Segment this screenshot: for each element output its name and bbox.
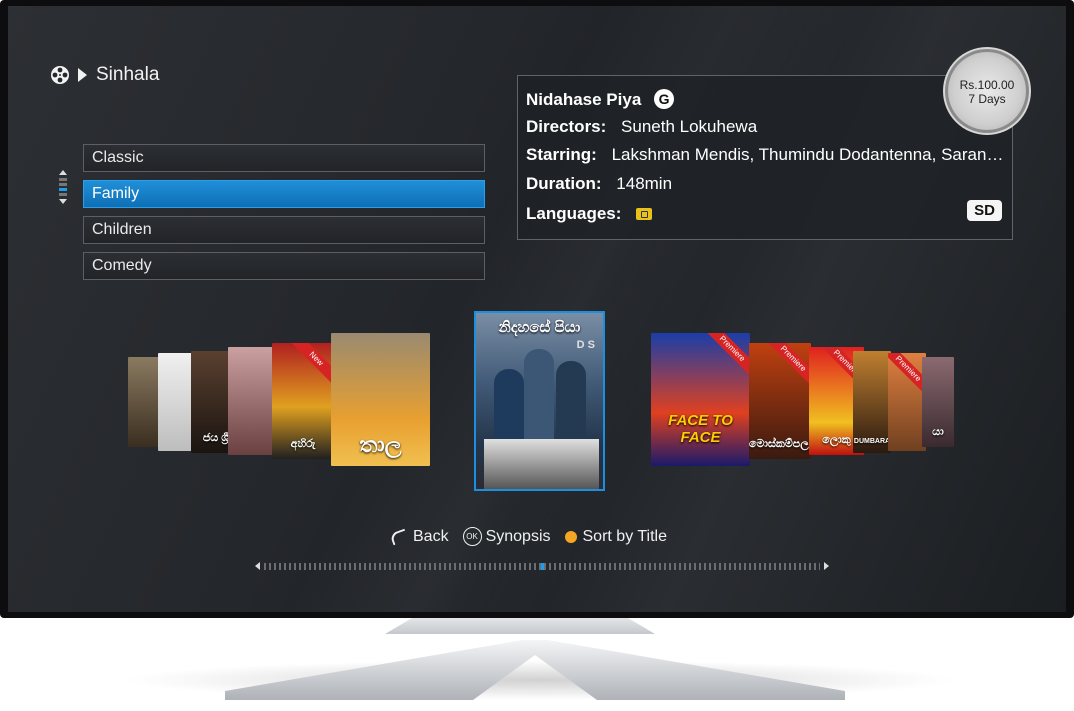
starring-label: Starring:	[526, 145, 597, 164]
scroll-right-icon[interactable]	[824, 562, 829, 570]
directors-label: Directors:	[526, 117, 607, 136]
quality-badge: SD	[967, 200, 1002, 221]
movie-title-row: Nidahase Piya G	[526, 89, 675, 110]
sort-hint[interactable]: Sort by Title	[564, 528, 667, 546]
carousel-track[interactable]	[264, 562, 820, 570]
languages-label: Languages:	[526, 204, 622, 223]
scroll-down-icon[interactable]	[59, 199, 67, 204]
premiere-ribbon: Premiere	[699, 333, 750, 382]
selected-poster-title: නිදහසේ පියා	[498, 319, 581, 336]
category-item-comedy[interactable]: Comedy	[83, 252, 485, 280]
category-scrollbar[interactable]	[58, 170, 68, 216]
tv-screen: Sinhala Classic Family Children Comedy N…	[8, 6, 1066, 612]
scroll-up-icon[interactable]	[59, 170, 67, 175]
premiere-ribbon: Premiere	[760, 343, 811, 392]
poster-right-2[interactable]: Premiere මොස්කම්පලය	[749, 343, 811, 459]
price-badge: Rs.100.00 7 Days	[948, 52, 1026, 130]
starring-row: Starring: Lakshman Mendis, Thumindu Doda…	[526, 145, 1003, 165]
selected-poster-subtitle: D S	[576, 339, 595, 351]
price-value: Rs.100.00	[959, 78, 1015, 92]
tv-stand-neck	[385, 618, 655, 634]
selected-movie-poster[interactable]: නිදහසේ පියා D S	[474, 311, 605, 491]
carousel-scrollbar[interactable]	[255, 562, 829, 570]
key-hints: Back OK Synopsis Sort by Title	[389, 527, 681, 546]
premiere-ribbon: Premiere	[888, 353, 926, 402]
carousel-position-marker	[541, 562, 544, 570]
breadcrumb: Sinhala	[50, 64, 159, 86]
rating-badge: G	[654, 89, 675, 109]
scroll-left-icon[interactable]	[255, 562, 260, 570]
movie-title: Nidahase Piya	[526, 90, 642, 109]
poster-right-6[interactable]: යා	[922, 357, 954, 447]
languages-row: Languages:	[526, 204, 653, 224]
directors-value: Suneth Lokuhewa	[621, 117, 758, 136]
ok-button-icon: OK	[462, 527, 482, 546]
poster-left-5[interactable]: New අහිරු	[272, 343, 334, 459]
category-item-family[interactable]: Family	[83, 180, 485, 208]
starring-value: Lakshman Mendis, Thumindu Dodantenna, Sa…	[611, 145, 1004, 164]
back-arrow-icon	[389, 528, 409, 545]
duration-row: Duration: 148min	[526, 174, 672, 194]
duration-value: 148min	[616, 174, 673, 193]
category-list: Classic Family Children Comedy	[83, 144, 485, 288]
new-ribbon: New	[283, 343, 334, 392]
film-reel-icon	[51, 66, 69, 84]
language-sinhala-icon	[636, 208, 653, 220]
rental-period: 7 Days	[968, 92, 1006, 106]
category-item-classic[interactable]: Classic	[83, 144, 485, 172]
tv-frame: Sinhala Classic Family Children Comedy N…	[0, 0, 1074, 618]
back-hint[interactable]: Back	[389, 528, 449, 546]
poster-right-5[interactable]: Premiere	[888, 353, 926, 451]
duration-label: Duration:	[526, 174, 602, 193]
synopsis-hint[interactable]: OK Synopsis	[462, 527, 551, 546]
breadcrumb-arrow-icon	[78, 68, 87, 82]
breadcrumb-category: Sinhala	[96, 64, 160, 85]
poster-left-6[interactable]: තාල	[331, 333, 430, 466]
directors-row: Directors: Suneth Lokuhewa	[526, 117, 757, 137]
movie-info-panel: Nidahase Piya G Directors: Suneth Lokuhe…	[517, 75, 1013, 240]
yellow-key-icon	[564, 530, 577, 543]
category-item-children[interactable]: Children	[83, 216, 485, 244]
poster-right-4[interactable]: DUMBARA	[853, 351, 891, 453]
poster-right-1[interactable]: Premiere FACE TO FACE	[651, 333, 750, 466]
